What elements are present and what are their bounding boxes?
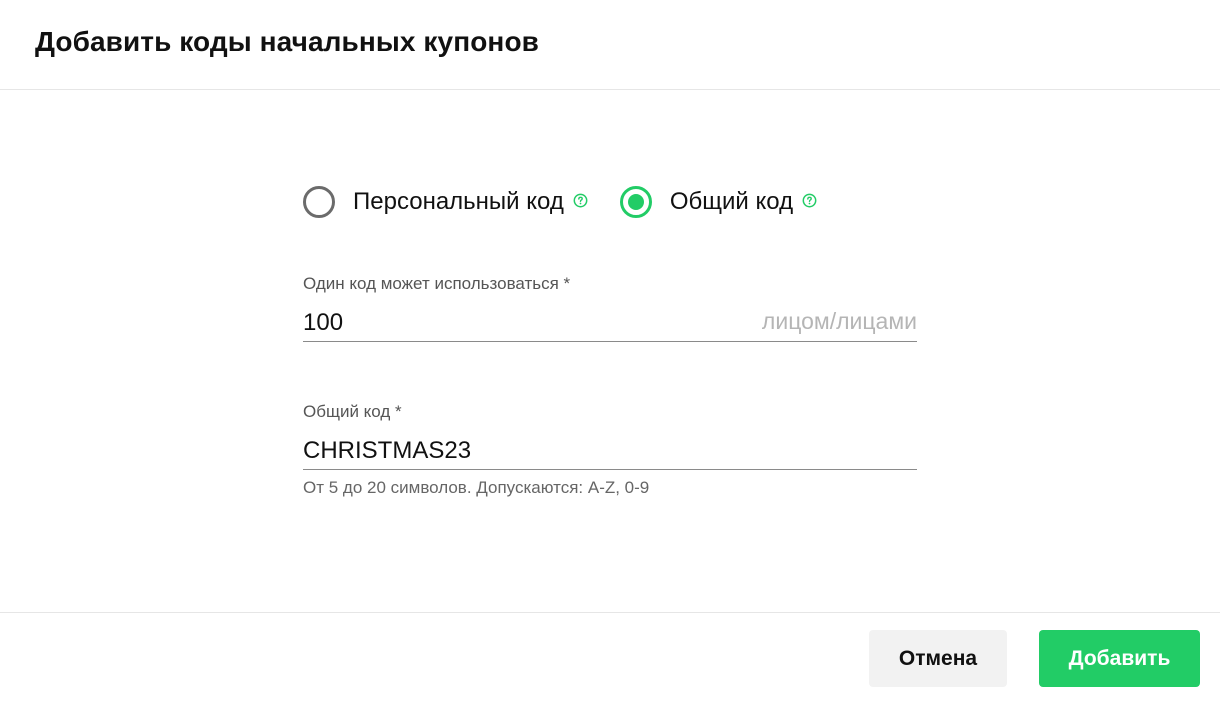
common-code-field-label: Общий код * <box>303 402 402 421</box>
radio-selected-dot <box>627 194 644 210</box>
common-code-option[interactable]: Общий код <box>619 186 817 218</box>
common-code-hint: От 5 до 20 символов. Допускаются: A-Z, 0… <box>303 478 650 497</box>
common-code-label[interactable]: Общий код <box>670 188 793 216</box>
dialog-title: Добавить коды начальных купонов <box>35 26 539 57</box>
cancel-button[interactable]: Отмена <box>869 630 1007 687</box>
personal-code-radio[interactable] <box>303 186 335 218</box>
help-circle-icon[interactable] <box>802 193 817 208</box>
add-coupon-codes-dialog: Добавить коды начальных купонов Персонал… <box>0 0 1220 704</box>
usage-count-label: Один код может использоваться * <box>303 274 571 293</box>
usage-count-input-row: лицом/лицами <box>303 306 917 342</box>
dialog-footer: Отмена Добавить <box>0 612 1220 704</box>
common-code-input-row <box>303 434 917 470</box>
common-code-input[interactable] <box>303 434 917 468</box>
dialog-header: Добавить коды начальных купонов <box>0 0 1220 90</box>
dialog-body: Персональный код Общий код Один код може… <box>0 90 1220 612</box>
add-button[interactable]: Добавить <box>1039 630 1200 687</box>
usage-count-field: Один код может использоваться * лицом/ли… <box>303 274 917 342</box>
common-code-field: Общий код * От 5 до 20 символов. Допуска… <box>303 402 917 498</box>
personal-code-option[interactable]: Персональный код <box>303 186 588 218</box>
common-code-radio[interactable] <box>619 186 652 218</box>
help-circle-icon[interactable] <box>573 193 588 208</box>
usage-count-suffix: лицом/лицами <box>761 308 917 334</box>
personal-code-label[interactable]: Персональный код <box>353 188 564 216</box>
code-type-radio-group: Персональный код Общий код <box>303 186 817 218</box>
